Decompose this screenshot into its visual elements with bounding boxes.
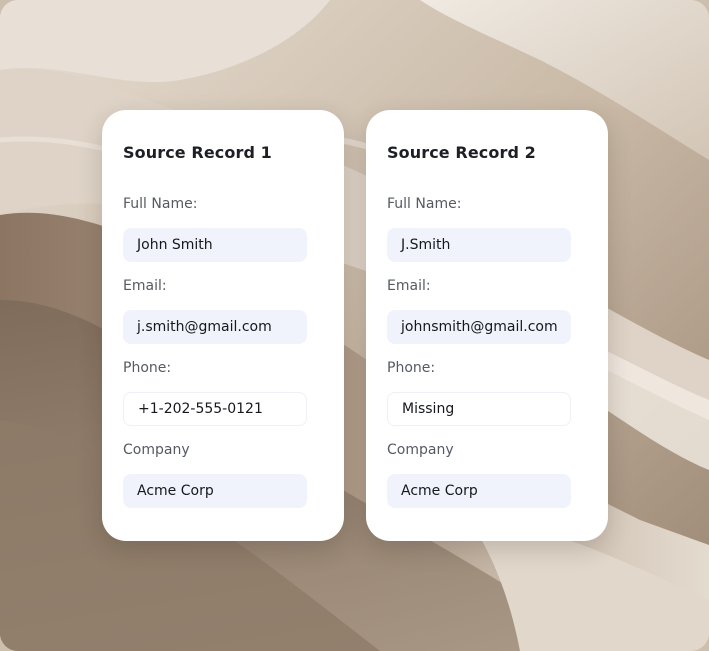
phone-field[interactable]: +1-202-555-0121 (123, 392, 307, 426)
phone-label: Phone: (387, 360, 436, 376)
company-label: Company (123, 442, 190, 458)
full-name-field[interactable]: John Smith (123, 228, 307, 262)
source-record-card-1: Source Record 1 Full Name: John Smith Em… (102, 110, 344, 541)
phone-label: Phone: (123, 360, 172, 376)
company-field[interactable]: Acme Corp (123, 474, 307, 508)
card-title: Source Record 1 (123, 143, 272, 162)
email-field[interactable]: j.smith@gmail.com (123, 310, 307, 344)
email-label: Email: (123, 278, 167, 294)
card-title: Source Record 2 (387, 143, 536, 162)
full-name-label: Full Name: (387, 196, 462, 212)
sand-dune-backdrop: Source Record 1 Full Name: John Smith Em… (0, 0, 709, 651)
company-field[interactable]: Acme Corp (387, 474, 571, 508)
email-label: Email: (387, 278, 431, 294)
source-record-card-2: Source Record 2 Full Name: J.Smith Email… (366, 110, 608, 541)
phone-field[interactable]: Missing (387, 392, 571, 426)
full-name-label: Full Name: (123, 196, 198, 212)
company-label: Company (387, 442, 454, 458)
email-field[interactable]: johnsmith@gmail.com (387, 310, 571, 344)
full-name-field[interactable]: J.Smith (387, 228, 571, 262)
